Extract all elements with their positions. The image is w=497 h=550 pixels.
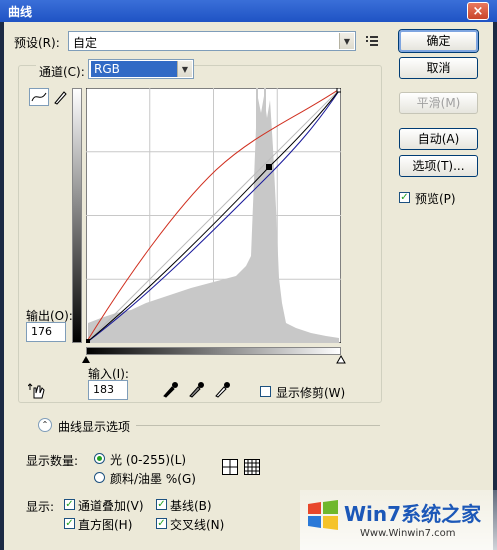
output-field[interactable]: 176 [26,322,66,342]
intersection-label: 交叉线(N) [170,518,225,532]
show-amount-label: 显示数量: [26,454,79,468]
cancel-button[interactable]: 取消 [399,57,478,79]
show-clipping-label: 显示修剪(W) [276,386,346,400]
smooth-button[interactable]: 平滑(M) [399,92,478,114]
watermark: Win7系统之家 Www.Winwin7.com [300,490,497,550]
preview-checkbox[interactable]: ✓ [399,192,410,203]
options-button[interactable]: 选项(T)... [399,155,478,177]
windows-logo-icon [308,500,338,530]
black-point[interactable] [86,339,90,343]
light-radio[interactable] [94,453,105,464]
input-field[interactable]: 183 [88,380,128,400]
pigment-radio[interactable] [94,472,105,483]
chevron-down-icon[interactable]: ▼ [339,33,354,49]
show-label: 显示: [26,500,55,514]
preset-select[interactable]: 自定 ▼ [68,31,356,51]
window-title: 曲线 [8,5,33,19]
curve-tool-icon[interactable] [29,88,49,106]
detailed-grid-icon[interactable] [244,459,260,475]
close-button[interactable]: × [467,2,489,20]
white-slider[interactable] [336,354,346,364]
preview-label: 预览(P) [415,192,456,206]
divider [136,425,380,426]
expand-icon[interactable]: ⌃ [38,418,52,432]
gray-eyedropper-icon[interactable] [188,380,204,398]
watermark-url: Www.Winwin7.com [360,528,456,539]
simple-grid-icon[interactable] [222,459,238,475]
white-point[interactable] [336,88,341,93]
dialog-body: 预设(R): 自定 ▼ 确定 取消 平滑(M) 自动(A) 选项(T)... ✓… [4,22,493,550]
auto-button[interactable]: 自动(A) [399,128,478,150]
curve-graph[interactable] [86,88,341,343]
pencil-icon[interactable] [52,89,68,105]
curves-dialog: 曲线 × 预设(R): 自定 ▼ 确定 取消 平滑(M) 自动(A) 选项(T)… [0,0,497,550]
black-slider[interactable] [82,356,90,363]
channel-overlays-checkbox[interactable]: ✓ [64,499,75,510]
channel-overlays-label: 通道叠加(V) [78,499,144,513]
black-eyedropper-icon[interactable] [162,380,178,398]
white-eyedropper-icon[interactable] [214,380,230,398]
preset-options-icon[interactable] [366,34,380,48]
watermark-text: Win7系统之家 [344,502,482,526]
light-label: 光 (0-255)(L) [110,453,187,467]
baseline-label: 基线(B) [170,499,212,513]
curve-display-options-label: 曲线显示选项 [58,420,131,434]
input-sliders[interactable] [82,354,346,364]
channel-select[interactable]: RGB ▼ [88,59,194,79]
output-gradient [72,88,82,343]
preset-value: 自定 [73,36,98,50]
channel-label: 通道(C): [36,63,88,80]
pigment-label: 颜料/油墨 %(G) [110,472,196,486]
histogram-checkbox[interactable]: ✓ [64,518,75,529]
show-clipping-checkbox[interactable] [260,386,271,397]
histogram-label: 直方图(H) [78,518,133,532]
preset-label: 预设(R): [14,36,60,50]
channel-value: RGB [91,61,177,77]
targeted-adjustment-icon[interactable] [28,382,48,400]
ok-button[interactable]: 确定 [399,30,478,52]
title-bar[interactable]: 曲线 × [0,0,497,22]
chevron-down-icon[interactable]: ▼ [177,61,192,77]
intersection-checkbox[interactable]: ✓ [156,518,167,529]
control-point[interactable] [266,164,272,170]
baseline-checkbox[interactable]: ✓ [156,499,167,510]
